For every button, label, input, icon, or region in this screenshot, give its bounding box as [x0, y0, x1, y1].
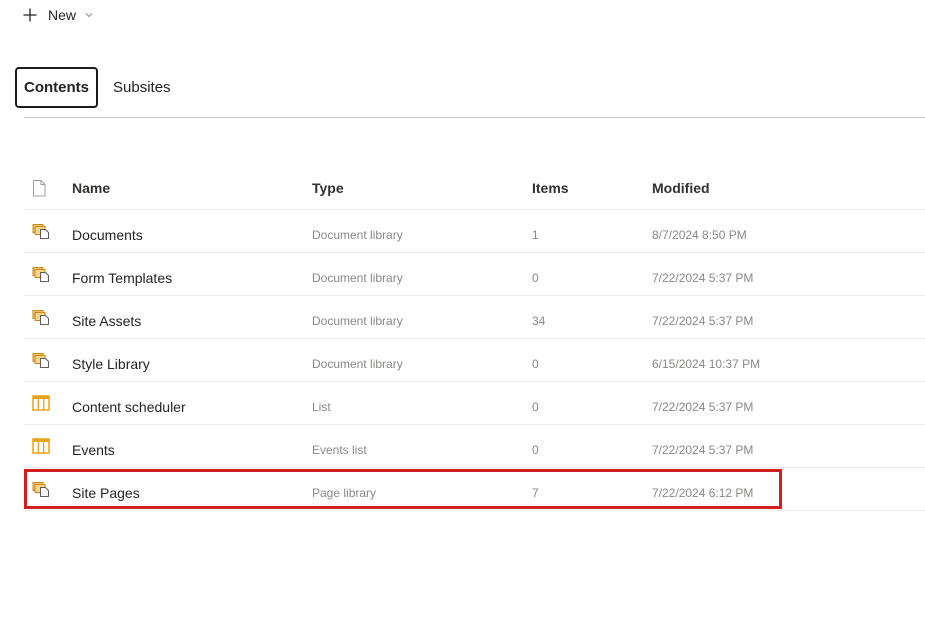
row-name[interactable]: Form Templates	[72, 253, 172, 299]
list-icon	[32, 382, 56, 424]
row-type: List	[312, 400, 331, 414]
row-type: Document library	[312, 357, 403, 371]
row-items: 0	[532, 400, 539, 414]
row-name[interactable]: Events	[72, 425, 115, 471]
row-name[interactable]: Style Library	[72, 339, 150, 385]
tab-bar: Contents Subsites	[15, 67, 179, 108]
table-row[interactable]: Site Pages Page library 7 7/22/2024 6:12…	[24, 468, 925, 511]
row-modified: 7/22/2024 5:37 PM	[652, 443, 754, 457]
row-type: Document library	[312, 271, 403, 285]
plus-icon	[22, 7, 38, 23]
row-type: Document library	[312, 228, 403, 242]
column-header-items[interactable]: Items	[532, 167, 569, 209]
row-items: 0	[532, 357, 539, 371]
row-modified: 7/22/2024 5:37 PM	[652, 271, 754, 285]
row-items: 1	[532, 228, 539, 242]
chevron-down-icon[interactable]	[84, 10, 94, 20]
document-library-icon	[32, 210, 56, 252]
table-row[interactable]: Site Assets Document library 34 7/22/202…	[24, 296, 925, 339]
file-type-icon[interactable]	[32, 167, 56, 209]
page-library-icon	[32, 468, 56, 510]
column-header-modified[interactable]: Modified	[652, 167, 710, 209]
tab-divider	[24, 117, 925, 118]
list-icon	[32, 425, 56, 467]
document-library-icon	[32, 339, 56, 381]
contents-list: Name Type Items Modified Documents Docum…	[24, 167, 925, 511]
row-name[interactable]: Documents	[72, 210, 143, 256]
row-modified: 7/22/2024 6:12 PM	[652, 486, 754, 500]
row-type: Events list	[312, 443, 367, 457]
list-header-row: Name Type Items Modified	[24, 167, 925, 210]
row-items: 0	[532, 443, 539, 457]
row-items: 7	[532, 486, 539, 500]
row-name[interactable]: Content scheduler	[72, 382, 186, 428]
new-button-label: New	[48, 7, 77, 23]
table-row[interactable]: Form Templates Document library 0 7/22/2…	[24, 253, 925, 296]
table-row[interactable]: Content scheduler List 0 7/22/2024 5:37 …	[24, 382, 925, 425]
table-row[interactable]: Events Events list 0 7/22/2024 5:37 PM	[24, 425, 925, 468]
row-modified: 7/22/2024 5:37 PM	[652, 314, 754, 328]
row-name[interactable]: Site Assets	[72, 296, 141, 342]
row-modified: 8/7/2024 8:50 PM	[652, 228, 747, 242]
row-name[interactable]: Site Pages	[72, 468, 140, 514]
row-modified: 7/22/2024 5:37 PM	[652, 400, 754, 414]
tab-subsites[interactable]: Subsites	[105, 69, 179, 107]
table-row[interactable]: Style Library Document library 0 6/15/20…	[24, 339, 925, 382]
row-items: 0	[532, 271, 539, 285]
row-items: 34	[532, 314, 546, 328]
tab-contents[interactable]: Contents	[15, 67, 98, 108]
new-button[interactable]: New	[22, 4, 94, 26]
table-row[interactable]: Documents Document library 1 8/7/2024 8:…	[24, 210, 925, 253]
column-header-type[interactable]: Type	[312, 167, 344, 209]
row-modified: 6/15/2024 10:37 PM	[652, 357, 761, 371]
row-type: Document library	[312, 314, 403, 328]
column-header-name[interactable]: Name	[72, 167, 110, 209]
document-library-icon	[32, 296, 56, 338]
row-type: Page library	[312, 486, 377, 500]
document-library-icon	[32, 253, 56, 295]
